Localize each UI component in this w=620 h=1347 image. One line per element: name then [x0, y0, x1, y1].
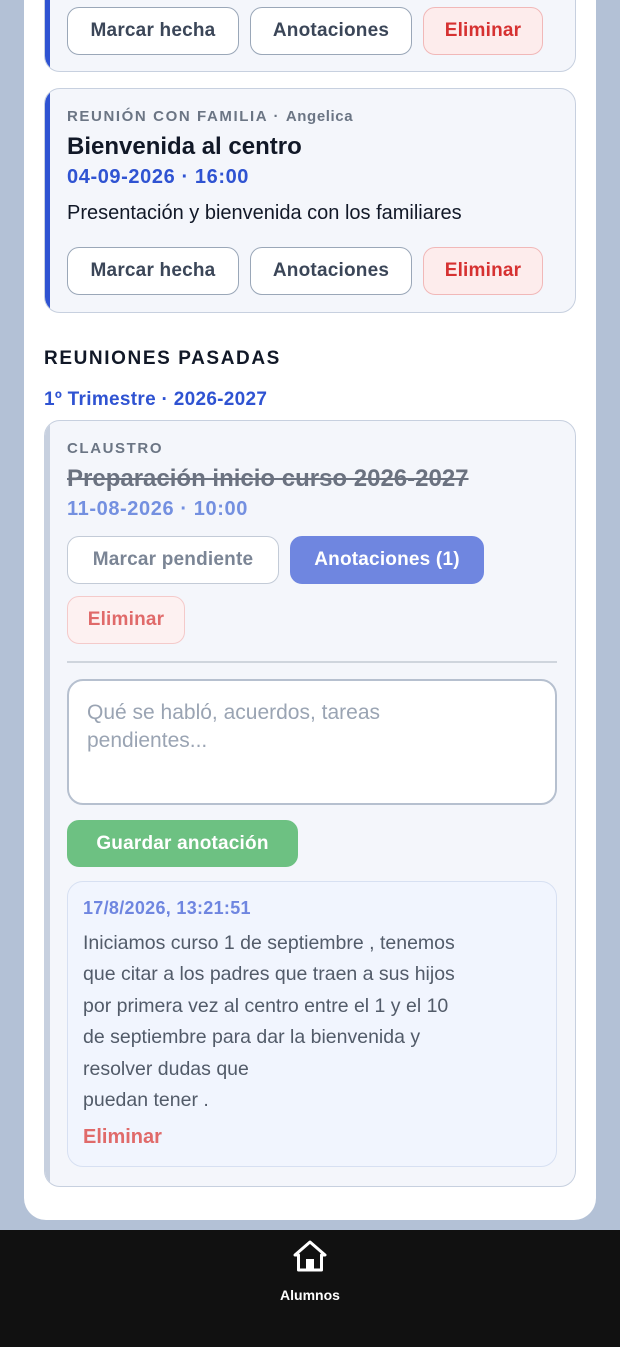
past-meetings-heading: REUNIONES PASADAS: [44, 348, 281, 369]
mark-done-button[interactable]: Marcar hecha: [67, 247, 239, 295]
divider: [67, 661, 557, 663]
tab-alumnos[interactable]: Alumnos: [270, 1240, 350, 1303]
mark-pending-button[interactable]: Marcar pendiente: [67, 536, 279, 584]
note-item: 17/8/2026, 13:21:51 Iniciamos curso 1 de…: [67, 881, 557, 1167]
save-note-button[interactable]: Guardar anotación: [67, 820, 298, 867]
meeting-description: Presentación y bienvenida con los famili…: [67, 202, 462, 224]
notes-button[interactable]: Anotaciones (1): [290, 536, 484, 584]
delete-note-link[interactable]: Eliminar: [83, 1126, 162, 1149]
note-line: puedan tener .: [83, 1089, 209, 1112]
note-line: de septiembre para dar la bienvenida y: [83, 1026, 421, 1049]
delete-button[interactable]: Eliminar: [423, 247, 543, 295]
note-timestamp: 17/8/2026, 13:21:51: [83, 898, 251, 918]
note-line: Iniciamos curso 1 de septiembre , tenemo…: [83, 932, 455, 954]
notes-button[interactable]: Anotaciones: [250, 247, 412, 295]
meeting-datetime: 11-08-2026 · 10:00: [67, 498, 248, 520]
term-heading: 1º Trimestre · 2026-2027: [44, 389, 268, 410]
meeting-datetime: 04-09-2026 · 16:00: [67, 166, 250, 188]
note-line: por primera vez al centro entre el 1 y e…: [83, 994, 449, 1017]
note-line: resolver dudas que: [83, 1057, 249, 1080]
tab-bar: Alumnos: [0, 1230, 620, 1347]
meeting-title: Preparación inicio curso 2026-2027: [67, 465, 469, 492]
meeting-card: Marcar hecha Anotaciones Eliminar: [44, 0, 576, 72]
meeting-type: REUNIÓN CON FAMILIA · Angelica: [67, 108, 353, 125]
meeting-type: CLAUSTRO: [67, 440, 164, 457]
meeting-with: Angelica: [285, 108, 354, 125]
note-line: que citar a los padres que traen a sus h…: [83, 963, 455, 986]
separator: ·: [273, 108, 281, 125]
delete-button[interactable]: Eliminar: [423, 7, 543, 55]
meeting-card: REUNIÓN CON FAMILIA · Angelica Bienvenid…: [44, 88, 576, 313]
note-input-placeholder: pendientes...: [87, 729, 208, 752]
meeting-title: Bienvenida al centro: [67, 133, 302, 160]
tab-label: Alumnos: [280, 1287, 340, 1303]
past-meeting-card: CLAUSTRO Preparación inicio curso 2026-2…: [44, 420, 576, 1187]
notes-button[interactable]: Anotaciones: [250, 7, 412, 55]
note-input[interactable]: Qué se habló, acuerdos, tareas pendiente…: [67, 679, 557, 805]
mark-done-button[interactable]: Marcar hecha: [67, 7, 239, 55]
note-input-placeholder: Qué se habló, acuerdos, tareas: [87, 701, 381, 724]
delete-button[interactable]: Eliminar: [67, 596, 185, 644]
note-text: Iniciamos curso 1 de septiembre , tenemo…: [83, 928, 543, 1116]
meeting-type-label: REUNIÓN CON FAMILIA: [67, 108, 268, 125]
home-icon: [293, 1240, 327, 1272]
